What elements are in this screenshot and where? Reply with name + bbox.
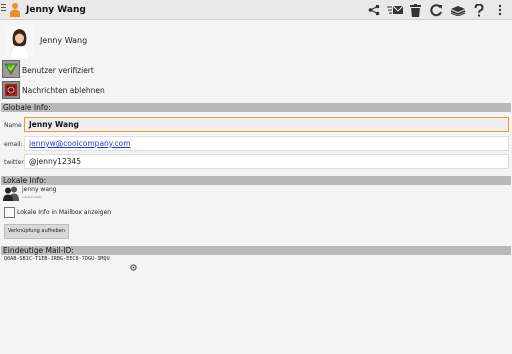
refresh-icon[interactable]	[426, 0, 447, 20]
show-local-info-label: Lokale Info in Mailbox anzeigen	[17, 209, 112, 216]
help-icon[interactable]	[468, 0, 489, 20]
contact-name: Jenny Wang	[40, 36, 88, 45]
email-field[interactable]: jennyw@coolcompany.com	[24, 136, 509, 151]
person-app-icon[interactable]	[8, 2, 22, 18]
app-bar-actions	[363, 0, 510, 20]
local-contact-subtitle: Lokale Kontakte	[22, 196, 42, 199]
global-info-header: Globale Info:	[1, 103, 511, 112]
verified-user-label: Benutzer verifiziert	[22, 66, 94, 75]
verified-user-icon[interactable]	[2, 60, 20, 78]
block-messages-icon[interactable]	[2, 81, 20, 99]
mail-id-header: Eindeutige Mail-ID:	[1, 246, 511, 255]
unlink-button[interactable]: Verknüpfung aufheben	[4, 224, 69, 239]
share-icon[interactable]	[363, 0, 384, 20]
overflow-menu-icon[interactable]	[489, 0, 510, 20]
email-link[interactable]: jennyw@coolcompany.com	[29, 139, 131, 148]
show-local-info-checkbox[interactable]	[4, 207, 15, 218]
contact-avatar	[5, 25, 34, 59]
books-icon[interactable]	[447, 0, 468, 20]
settings-icon[interactable]	[130, 256, 137, 271]
twitter-field[interactable]: @jenny12345	[24, 154, 509, 169]
app-bar-title: Jenny Wang	[26, 5, 86, 15]
mail-icon[interactable]	[384, 0, 405, 20]
twitter-field-label: twitter	[4, 159, 24, 166]
block-messages-label: Nachrichten ablehnen	[22, 86, 105, 95]
drawer-menu-icon[interactable]	[1, 4, 6, 16]
local-contacts-icon	[2, 186, 20, 201]
app-bar: Jenny Wang	[0, 0, 512, 20]
local-contact-name: jenny wang	[22, 186, 57, 193]
name-field-label: Name	[4, 122, 22, 129]
mail-id-value: Q0AB-SB1C-T1EB-JRBG-EEC8-7DGU-3MQU	[4, 256, 110, 262]
trash-icon[interactable]	[405, 0, 426, 20]
name-field[interactable]: Jenny Wang	[24, 117, 509, 132]
local-info-header: Lokale Info:	[1, 176, 511, 185]
email-field-label: email:	[4, 141, 23, 148]
